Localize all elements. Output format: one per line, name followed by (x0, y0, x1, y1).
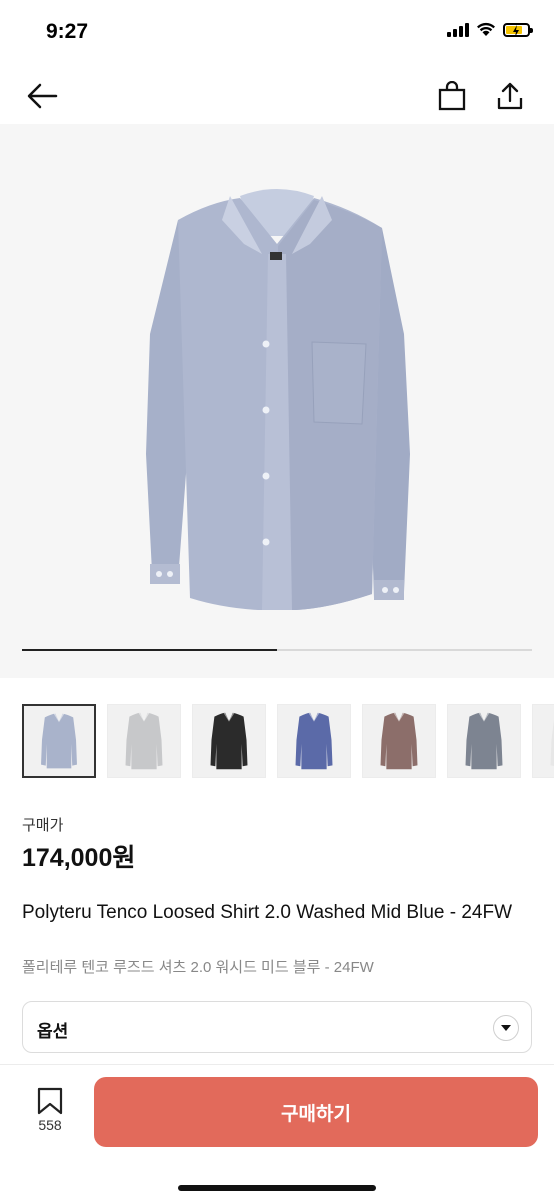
price-label: 구매가 (22, 817, 64, 834)
product-title: Polyteru Tenco Loosed Shirt 2.0 Washed M… (22, 902, 513, 923)
color-thumbnail[interactable] (107, 704, 181, 778)
color-thumbnails (22, 704, 554, 780)
color-thumbnail[interactable] (447, 704, 521, 778)
wifi-icon (477, 22, 495, 36)
status-time: 9:27 (46, 20, 89, 43)
color-thumbnail[interactable] (532, 704, 554, 778)
image-progress-bar (22, 649, 532, 651)
shirt-thumbnail-image (465, 712, 503, 770)
arrow-left-icon (27, 83, 58, 109)
shirt-thumbnail-image (210, 712, 248, 770)
home-indicator (178, 1185, 376, 1191)
share-button[interactable] (490, 76, 530, 116)
wishlist-count: 558 (38, 1117, 62, 1133)
image-progress-fill (22, 649, 277, 651)
price-value: 174,000원 (22, 844, 136, 872)
option-select[interactable]: 옵션 (22, 1001, 532, 1053)
shirt-image (146, 189, 410, 610)
share-icon (497, 82, 523, 110)
status-bar: 9:27 (0, 0, 554, 66)
battery-icon (503, 22, 533, 37)
shirt-thumbnail-image (41, 713, 77, 769)
bookmark-icon (37, 1087, 63, 1115)
wishlist-button[interactable]: 558 (28, 1087, 72, 1139)
nav-bar (0, 66, 554, 124)
buy-button[interactable]: 구매하기 (94, 1077, 538, 1147)
color-thumbnail[interactable] (192, 704, 266, 778)
back-button[interactable] (22, 76, 62, 116)
shirt-thumbnail-image (380, 712, 418, 770)
product-title-korean: 폴리테루 텐코 루즈드 셔츠 2.0 워시드 미드 블루 - 24FW (22, 959, 374, 976)
color-thumbnail[interactable] (277, 704, 351, 778)
shirt-thumbnail-image (550, 719, 554, 767)
product-image-carousel[interactable] (0, 124, 554, 678)
shirt-thumbnail-image (295, 712, 333, 770)
shopping-bag-button[interactable] (432, 76, 472, 116)
shirt-thumbnail-image (125, 712, 163, 770)
shopping-bag-icon (438, 81, 466, 111)
status-icons (447, 22, 533, 37)
color-thumbnail[interactable] (22, 704, 96, 778)
chevron-down-icon (493, 1015, 519, 1041)
cellular-signal-icon (447, 22, 469, 37)
color-thumbnail[interactable] (362, 704, 436, 778)
bottom-action-bar: 558 구매하기 (0, 1064, 554, 1200)
option-label: 옵션 (37, 1022, 69, 1041)
